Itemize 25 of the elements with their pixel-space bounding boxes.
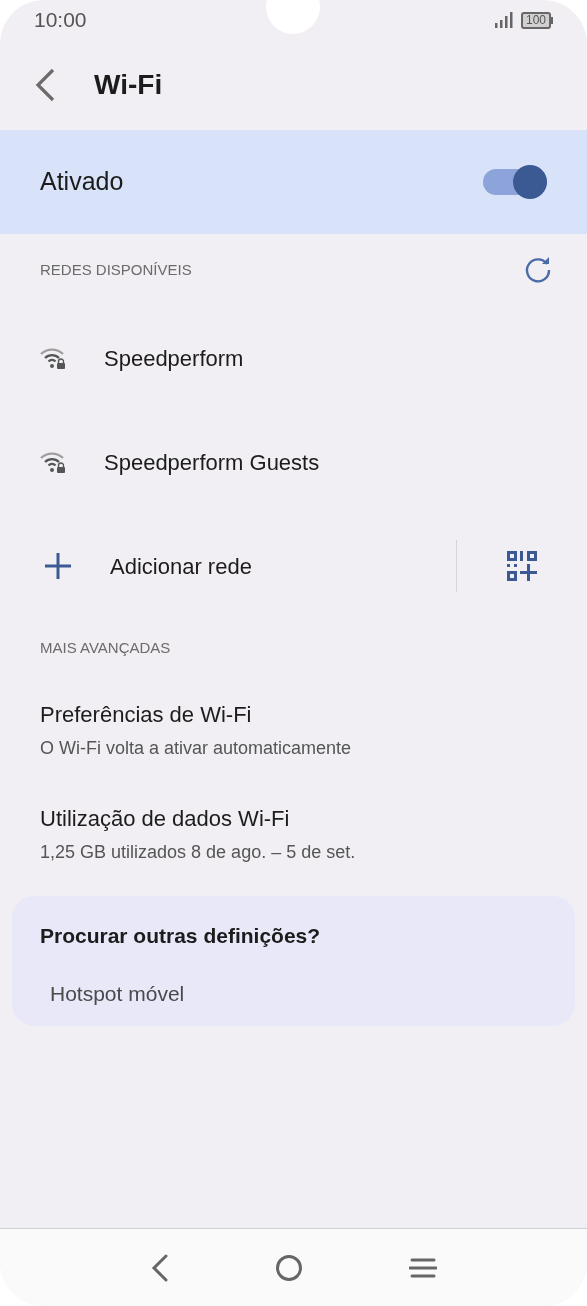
nav-home-button[interactable] xyxy=(274,1253,303,1282)
wifi-toggle-row[interactable]: Ativado xyxy=(0,130,587,234)
wifi-lock-icon xyxy=(40,347,66,369)
refresh-icon[interactable] xyxy=(523,255,553,285)
network-row[interactable]: Speedperform xyxy=(0,306,587,410)
setting-title[interactable]: Preferências de Wi-Fi xyxy=(40,698,587,731)
battery-level: 100 xyxy=(520,11,551,29)
section-header: MAIS AVANÇADAS xyxy=(40,637,171,658)
setting-subtitle: O Wi-Fi volta a ativar automaticamente xyxy=(40,737,353,760)
back-button[interactable] xyxy=(34,68,56,102)
wifi-switch[interactable] xyxy=(483,165,547,199)
plus-icon xyxy=(44,552,72,580)
card-link[interactable]: Hotspot móvel xyxy=(40,977,575,1009)
signal-icon xyxy=(494,12,513,28)
wifi-lock-icon xyxy=(40,451,66,473)
setting-subtitle: 1,25 GB utilizados 8 de ago. – 5 de set. xyxy=(40,841,357,864)
card-title: Procurar outras definições? xyxy=(40,923,322,949)
setting-title[interactable]: Utilização de dados Wi-Fi xyxy=(40,802,587,835)
page-title: Wi-Fi xyxy=(94,68,163,102)
status-time: 10:00 xyxy=(34,7,87,34)
nav-menu-button[interactable] xyxy=(408,1256,437,1279)
nav-back-button[interactable] xyxy=(150,1253,169,1282)
network-row[interactable]: Speedperform Guests xyxy=(0,410,587,514)
add-network-row[interactable]: Adicionar rede xyxy=(0,514,456,618)
section-header: REDES DISPONÍVEIS xyxy=(40,259,192,280)
